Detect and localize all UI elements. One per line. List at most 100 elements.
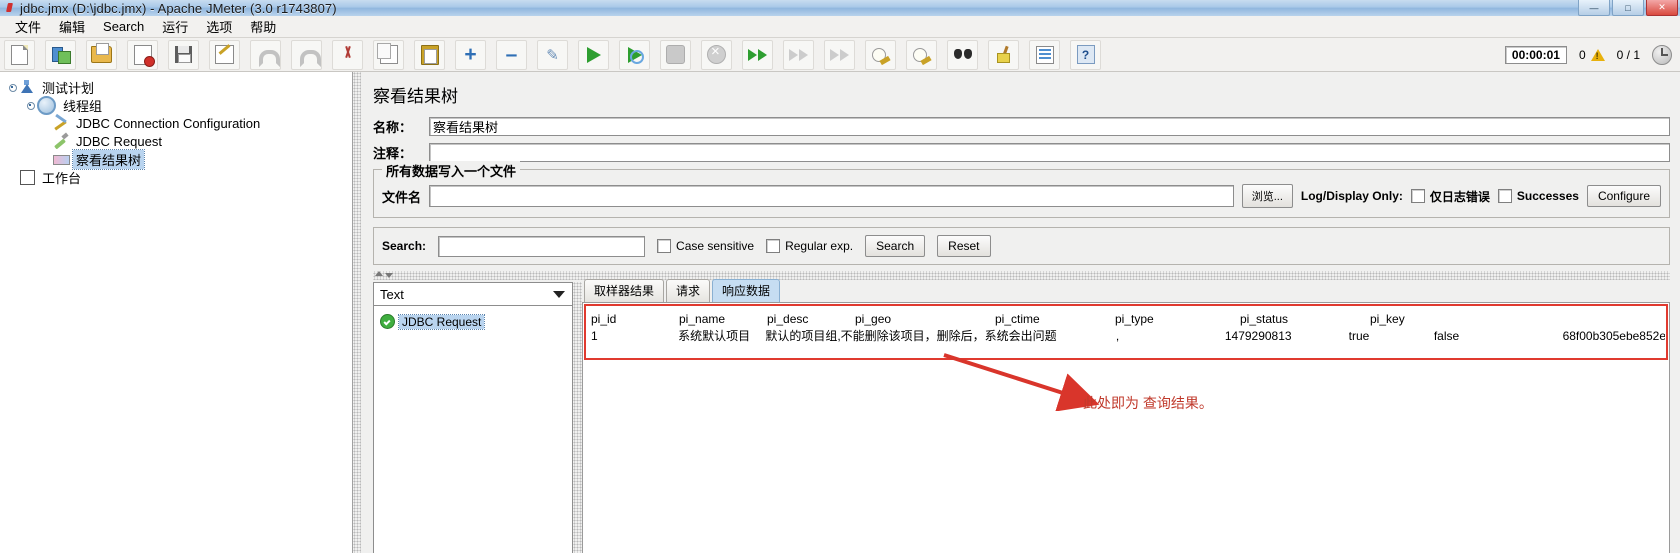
copy-icon xyxy=(376,43,398,64)
comment-input[interactable] xyxy=(429,142,1670,162)
collapse-all-icon: – xyxy=(505,42,518,66)
clear-icon xyxy=(871,47,890,63)
error-indicator[interactable]: 0 xyxy=(1579,48,1605,62)
search-reset-button[interactable]: Reset xyxy=(937,235,991,257)
menu-file[interactable]: 文件 xyxy=(6,15,50,38)
menu-help[interactable]: 帮助 xyxy=(241,15,285,38)
menu-search[interactable]: Search xyxy=(94,17,153,36)
remote-start-all-button[interactable] xyxy=(742,39,773,70)
save-as-button[interactable] xyxy=(209,39,240,70)
chevron-down-icon[interactable] xyxy=(385,273,393,278)
tab-response-data[interactable]: 响应数据 xyxy=(712,279,781,302)
clear-button[interactable] xyxy=(865,39,896,70)
filename-input[interactable] xyxy=(429,185,1234,207)
checkbox-box[interactable] xyxy=(1497,189,1512,203)
minimize-button[interactable]: — xyxy=(1578,0,1610,16)
menu-run[interactable]: 运行 xyxy=(153,15,197,38)
name-label: 名称： xyxy=(373,119,413,135)
case-sensitive-checkbox[interactable]: Case sensitive xyxy=(657,239,754,253)
test-plan-tree[interactable]: 测试计划 线程组 JDBC Connection Configuration J… xyxy=(0,72,353,553)
warning-triangle-icon xyxy=(1590,49,1605,61)
open-button[interactable] xyxy=(86,39,117,70)
tree-node-thread-group[interactable]: 线程组 xyxy=(6,95,352,115)
redo-button[interactable] xyxy=(291,39,322,70)
tree-node-jdbc-request[interactable]: JDBC Request xyxy=(6,132,352,150)
save-button[interactable] xyxy=(168,39,199,70)
tab-sampler-result[interactable]: 取样器结果 xyxy=(584,279,665,302)
search-reset-icon xyxy=(996,46,1012,63)
cell-pi-id: 1 xyxy=(591,328,598,343)
search-input[interactable] xyxy=(438,235,646,257)
expand-knob-icon[interactable] xyxy=(8,83,17,92)
collapse-all-button[interactable]: – xyxy=(496,39,527,70)
log-display-only-label: Log/Display Only: xyxy=(1300,189,1403,203)
checkbox-box[interactable] xyxy=(766,239,781,253)
tab-request[interactable]: 请求 xyxy=(666,279,711,302)
start-button[interactable] xyxy=(578,39,609,70)
comment-label: 注释： xyxy=(373,145,413,161)
vertical-splitter[interactable] xyxy=(353,72,361,553)
search-reset-button[interactable] xyxy=(988,39,1019,70)
cut-button[interactable] xyxy=(332,39,363,70)
browse-button[interactable]: 浏览... xyxy=(1241,184,1293,208)
templates-button[interactable] xyxy=(45,39,76,70)
close-plan-button[interactable] xyxy=(127,39,158,70)
configure-button[interactable]: Configure xyxy=(1586,185,1661,207)
paste-button[interactable] xyxy=(414,39,445,70)
remote-shutdown-all-icon xyxy=(830,48,849,61)
results-splitter[interactable] xyxy=(573,282,582,553)
copy-button[interactable] xyxy=(373,39,404,70)
maximize-button[interactable]: □ xyxy=(1612,0,1644,16)
renderer-select[interactable]: Text xyxy=(373,282,573,306)
checkbox-box[interactable] xyxy=(657,239,672,253)
thread-group-icon xyxy=(37,95,56,115)
tree-node-test-plan[interactable]: 测试计划 xyxy=(6,78,352,96)
sample-result-list[interactable]: JDBC Request xyxy=(373,306,573,553)
shutdown-button[interactable] xyxy=(701,39,732,70)
column-header-pi-name: pi_name xyxy=(679,311,726,326)
splitter-arrows[interactable] xyxy=(375,271,393,278)
paste-icon xyxy=(420,44,439,65)
chevron-down-icon[interactable] xyxy=(553,290,565,298)
close-button[interactable]: ✕ xyxy=(1646,0,1678,16)
search-submit-button[interactable]: Search xyxy=(865,235,926,257)
toggle-button[interactable]: ✎ xyxy=(537,39,568,70)
column-header-pi-ctime: pi_ctime xyxy=(995,311,1040,326)
errors-only-checkbox[interactable]: 仅日志错误 xyxy=(1410,188,1490,205)
help-button[interactable]: ? xyxy=(1070,39,1101,70)
cell-pi-type: true xyxy=(1348,328,1370,343)
cut-icon xyxy=(339,46,356,63)
chevron-up-icon[interactable] xyxy=(375,271,383,276)
undo-button[interactable] xyxy=(250,39,281,70)
menu-edit[interactable]: 编辑 xyxy=(50,15,94,38)
list-item[interactable]: JDBC Request xyxy=(380,313,572,330)
new-button[interactable] xyxy=(4,39,35,70)
tree-node-jdbc-connection-configuration[interactable]: JDBC Connection Configuration xyxy=(6,114,352,132)
view-results-tree-icon xyxy=(53,151,70,167)
menu-options[interactable]: 选项 xyxy=(197,15,241,38)
regular-exp-checkbox[interactable]: Regular exp. xyxy=(766,239,853,253)
successes-checkbox[interactable]: Successes xyxy=(1497,189,1579,203)
response-data-view[interactable]: pi_id pi_name pi_desc pi_geo pi_ctime pi… xyxy=(582,302,1670,553)
undo-icon xyxy=(257,48,280,67)
horizontal-splitter[interactable] xyxy=(373,271,1670,280)
name-input[interactable]: 察看结果树 xyxy=(429,116,1670,136)
save-as-icon xyxy=(215,45,234,64)
search-button[interactable] xyxy=(947,39,978,70)
remote-shutdown-all-button[interactable] xyxy=(824,39,855,70)
checkbox-box[interactable] xyxy=(1410,189,1425,203)
expand-all-button[interactable]: + xyxy=(455,39,486,70)
window-controls[interactable]: — □ ✕ xyxy=(1578,0,1678,16)
stop-button[interactable] xyxy=(660,39,691,70)
thread-counter: 0 / 1 xyxy=(1617,48,1640,62)
start-no-timers-button[interactable] xyxy=(619,39,650,70)
remote-stop-all-button[interactable] xyxy=(783,39,814,70)
function-helper-button[interactable] xyxy=(1029,39,1060,70)
clear-all-button[interactable] xyxy=(906,39,937,70)
redo-icon xyxy=(298,48,321,67)
results-area: Text JDBC Request 取样器结果 请求 响应数据 pi_id pi… xyxy=(373,279,1670,553)
response-table: pi_id pi_name pi_desc pi_geo pi_ctime pi… xyxy=(591,310,1665,344)
tree-node-workbench[interactable]: 工作台 xyxy=(6,168,352,186)
expand-knob-icon[interactable] xyxy=(26,101,35,110)
tree-node-view-results-tree[interactable]: 察看结果树 xyxy=(6,148,352,170)
